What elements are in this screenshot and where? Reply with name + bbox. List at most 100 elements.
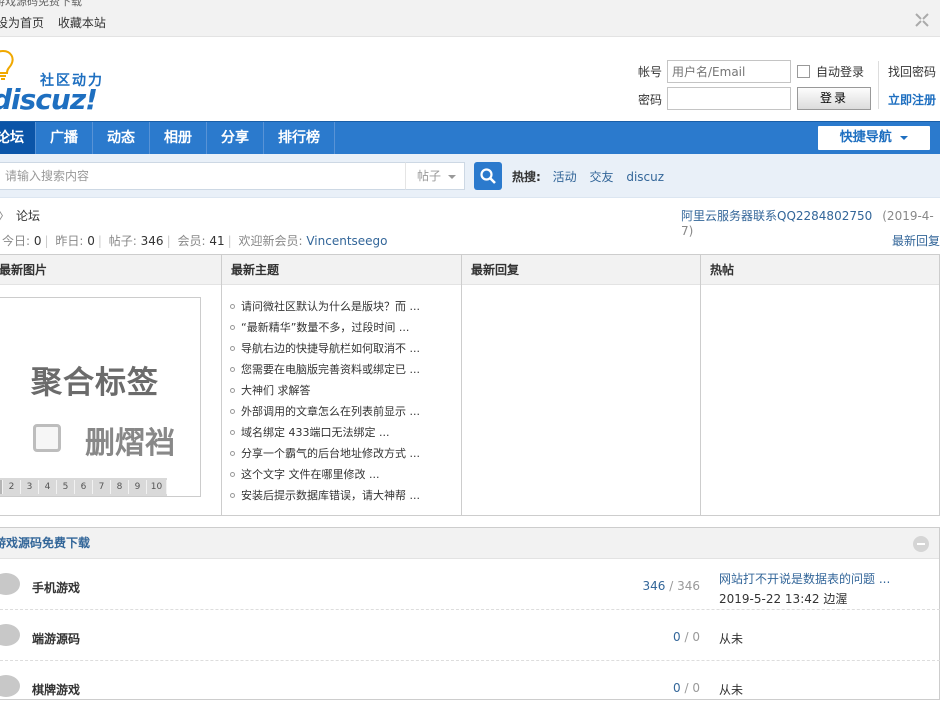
bullet-icon <box>230 346 235 351</box>
column-header: 热帖 <box>701 255 939 285</box>
close-icon[interactable] <box>914 12 930 28</box>
topic-title[interactable]: 请问微社区默认为什么是版块？而 ... <box>241 300 420 313</box>
search-type-select[interactable]: 帖子 <box>405 162 465 190</box>
topic-title[interactable]: 域名绑定 433端口无法绑定 ... <box>241 426 389 439</box>
quick-nav-label: 快捷导航 <box>839 130 892 145</box>
caret-down-icon <box>900 136 909 140</box>
topic-title[interactable]: 这个文字 文件在哪里修改 ... <box>241 468 379 481</box>
list-item[interactable]: 域名绑定 433端口无法绑定 ... <box>230 422 461 443</box>
forum-name[interactable]: 端游源码 <box>32 630 80 647</box>
stat-today: 0 <box>33 234 42 248</box>
quick-nav-button[interactable]: 快捷导航 <box>818 126 930 150</box>
slide-page[interactable]: 10 <box>147 480 167 494</box>
forum-category: 游戏源码免费下载 手机游戏 346 / 346 网站打不开说是数据表的问题 ..… <box>0 527 940 700</box>
image-slideshow[interactable]: 聚合标签 删熠裆 1 2 3 4 5 6 7 8 9 10 <box>0 297 201 497</box>
bookmark-link[interactable]: 收藏本站 <box>58 16 106 30</box>
list-item[interactable]: 外部调用的文章怎么在列表前显示 ... <box>230 401 461 422</box>
slide-page[interactable]: 7 <box>93 480 111 494</box>
divider: | <box>97 234 102 248</box>
thread-count: 0 <box>673 630 681 644</box>
breadcrumb-current[interactable]: 论坛 <box>16 209 40 223</box>
topic-title[interactable]: 安装后提示数据库错误，请大神帮 ... <box>241 489 420 502</box>
hot-term[interactable]: discuz <box>626 170 664 184</box>
divider: / <box>684 681 689 695</box>
hot-term[interactable]: 活动 <box>553 170 577 184</box>
slide-page[interactable]: 9 <box>129 480 147 494</box>
forum-row: 棋牌游戏 0 / 0 从未 <box>0 662 940 712</box>
list-item[interactable]: 您需要在电脑版完善资料或绑定已 ... <box>230 359 461 380</box>
bullet-icon <box>230 430 235 435</box>
divider: | <box>227 234 232 248</box>
main-nav: 论坛 广播 动态 相册 分享 排行榜 快捷导航 <box>0 121 940 155</box>
auto-login-checkbox[interactable] <box>797 65 810 78</box>
set-home-link[interactable]: 设为首页 <box>0 16 44 30</box>
forum-name[interactable]: 手机游戏 <box>32 579 80 596</box>
login-divider <box>878 61 879 109</box>
bullet-icon <box>230 409 235 414</box>
password-input[interactable] <box>667 87 791 110</box>
forum-bubble-icon <box>0 573 20 595</box>
hot-search-label: 热搜: <box>512 170 541 184</box>
forgot-password-link[interactable]: 找回密码 <box>888 63 936 80</box>
divider: | <box>166 234 171 248</box>
list-item[interactable]: 请问微社区默认为什么是版块？而 ... <box>230 296 461 317</box>
latest-reply-link[interactable]: 最新回复 <box>892 232 940 249</box>
window-title-strip: 游戏源码免费下载 <box>0 0 940 8</box>
nav-item-feed[interactable]: 动态 <box>93 122 150 155</box>
topic-title[interactable]: 大神们 求解答 <box>241 384 311 397</box>
login-button[interactable]: 登录 <box>797 87 871 110</box>
hot-term[interactable]: 交友 <box>589 170 613 184</box>
account-label: 帐号 <box>638 65 663 79</box>
site-logo[interactable]: 社区动力 discuz! <box>0 49 122 119</box>
latest-replies-column: 最新回复 <box>462 255 701 516</box>
logo-wordmark: discuz! <box>0 83 98 116</box>
password-label: 密码 <box>638 93 663 107</box>
slide-page[interactable]: 6 <box>75 480 93 494</box>
account-input[interactable] <box>667 60 791 83</box>
last-post-link[interactable]: 网站打不开说是数据表的问题 ... <box>719 572 890 586</box>
topic-title[interactable]: 导航右边的快捷导航栏如何取消不 ... <box>241 342 420 355</box>
slide-page[interactable]: 2 <box>3 480 21 494</box>
category-title[interactable]: 游戏源码免费下载 <box>0 536 90 550</box>
nav-item-ranking[interactable]: 排行榜 <box>264 122 335 155</box>
search-input[interactable]: 请输入搜索内容 <box>0 162 406 190</box>
search-bar: 请输入搜索内容 帖子 热搜: 活动 交友 discuz <box>0 154 940 198</box>
forum-name[interactable]: 棋牌游戏 <box>32 681 80 698</box>
topic-title[interactable]: “最新精华”数量不多，过段时间 ... <box>241 321 409 334</box>
lightbulb-icon <box>0 49 14 80</box>
site-header: 社区动力 discuz! 帐号 自动登录 找回密码 密码 登录 立即注册 <box>0 37 940 121</box>
nav-item-forum[interactable]: 论坛 <box>0 122 36 155</box>
slide-title: 聚合标签 <box>31 365 159 401</box>
nav-item-album[interactable]: 相册 <box>150 122 207 155</box>
bullet-icon <box>230 388 235 393</box>
divider: / <box>684 630 689 644</box>
newest-member-link[interactable]: Vincentseego <box>306 234 387 248</box>
list-item[interactable]: 安装后提示数据库错误，请大神帮 ... <box>230 485 461 506</box>
register-link[interactable]: 立即注册 <box>888 91 936 108</box>
nav-item-broadcast[interactable]: 广播 <box>36 122 93 155</box>
divider: / <box>669 579 674 593</box>
thread-count: 346 <box>642 579 666 593</box>
topic-title[interactable]: 分享一个霸气的后台地址修改方式 ... <box>241 447 420 460</box>
slide-page[interactable]: 3 <box>21 480 39 494</box>
search-button[interactable] <box>474 162 502 190</box>
list-item[interactable]: 大神们 求解答 <box>230 380 461 401</box>
auto-login-label: 自动登录 <box>816 65 865 79</box>
list-item[interactable]: 导航右边的快捷导航栏如何取消不 ... <box>230 338 461 359</box>
collapse-icon[interactable] <box>913 536 929 552</box>
list-item[interactable]: “最新精华”数量不多，过段时间 ... <box>230 317 461 338</box>
topic-title[interactable]: 外部调用的文章怎么在列表前显示 ... <box>241 405 420 418</box>
topic-title[interactable]: 您需要在电脑版完善资料或绑定已 ... <box>241 363 420 376</box>
announcement-link[interactable]: 阿里云服务器联系QQ2284802750 <box>681 209 872 223</box>
forum-counts: 0 / 0 <box>673 630 700 644</box>
list-item[interactable]: 这个文字 文件在哪里修改 ... <box>230 464 461 485</box>
slide-page[interactable]: 5 <box>57 480 75 494</box>
nav-item-share[interactable]: 分享 <box>207 122 264 155</box>
column-header: 最新图片 <box>0 255 221 285</box>
column-header: 最新主题 <box>222 255 461 285</box>
list-item[interactable]: 分享一个霸气的后台地址修改方式 ... <box>230 443 461 464</box>
slide-page[interactable]: 4 <box>39 480 57 494</box>
slide-page[interactable]: 8 <box>111 480 129 494</box>
forum-bubble-icon <box>0 675 20 697</box>
hot-threads-column: 热帖 <box>701 255 940 516</box>
